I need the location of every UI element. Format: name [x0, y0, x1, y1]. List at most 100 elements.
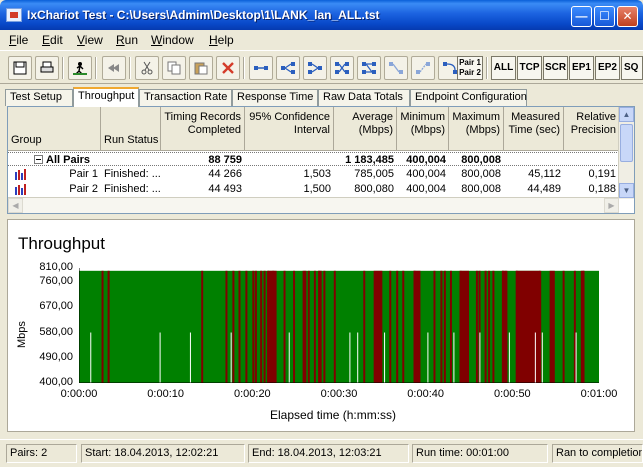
pair-edit-button[interactable]: [384, 56, 408, 80]
rewind-button[interactable]: [102, 56, 126, 80]
x-tick-label: 0:00:20: [233, 388, 271, 400]
save-button[interactable]: [8, 56, 32, 80]
toolbar-separator: [62, 57, 64, 79]
print-button[interactable]: [35, 56, 59, 80]
cut-button[interactable]: [135, 56, 159, 80]
col-maximum-header[interactable]: Maximum (Mbps): [449, 107, 504, 151]
col-average-header[interactable]: Average (Mbps): [334, 107, 397, 151]
series-pair-1-spike: [232, 270, 235, 383]
menu-help-accel: H: [209, 33, 218, 47]
filter-sq-button[interactable]: SQ: [621, 56, 643, 80]
paste-button[interactable]: [189, 56, 213, 80]
pair-chart-icon: [15, 184, 26, 195]
table-row-pair-2[interactable]: Pair 2 Finished: ... 44 493 1,500 800,08…: [8, 182, 619, 196]
scroll-left-icon[interactable]: ◀: [8, 198, 23, 213]
pair-swap-button[interactable]: [330, 56, 354, 80]
pair-link-button[interactable]: [249, 56, 273, 80]
col-measured-time-line1: Measured: [511, 111, 560, 123]
filter-scr-button[interactable]: SCR: [543, 56, 568, 80]
copy-button[interactable]: [162, 56, 186, 80]
col-precision-header[interactable]: Relative Precision: [564, 107, 619, 151]
pair-multi-button[interactable]: [357, 56, 381, 80]
pair-chart-icon: [15, 169, 26, 180]
filter-ep2-button[interactable]: EP2: [595, 56, 620, 80]
col-confidence-header[interactable]: 95% Confidence Interval: [245, 107, 334, 151]
pair-split-button[interactable]: [276, 56, 300, 80]
series-pair-1-spike: [307, 270, 310, 383]
tab-transaction-rate[interactable]: Transaction Rate: [139, 89, 232, 106]
col-group-label: Group: [11, 134, 42, 146]
cell-time: [504, 153, 561, 167]
y-tick-label: 580,00: [39, 325, 73, 338]
series-pair-1-spike: [238, 270, 241, 383]
col-run-status-header[interactable]: Run Status: [101, 107, 161, 151]
menu-run-label: un: [124, 33, 139, 47]
delete-button[interactable]: [216, 56, 240, 80]
menu-edit-label: dit: [50, 33, 63, 47]
filter-tcp-button[interactable]: TCP: [517, 56, 542, 80]
col-group-header[interactable]: Group: [8, 107, 101, 151]
series-pair-1-spike: [449, 270, 452, 383]
maximize-button[interactable]: ☐: [594, 6, 615, 27]
close-button[interactable]: ✕: [617, 6, 638, 27]
x-tick-label: 0:00:30: [320, 388, 358, 400]
minimize-icon: —: [575, 9, 588, 23]
col-minimum-header[interactable]: Minimum (Mbps): [397, 107, 449, 151]
cell-ci: [245, 153, 331, 167]
save-icon: [13, 61, 27, 75]
menu-window-label: indow: [162, 33, 194, 47]
tab-endpoint-configuration[interactable]: Endpoint Configuration: [410, 89, 527, 106]
scroll-up-icon[interactable]: ▲: [619, 107, 634, 122]
col-measured-time-header[interactable]: Measured Time (sec): [504, 107, 564, 151]
col-precision-line2: Precision: [570, 124, 616, 136]
filter-all-button[interactable]: ALL: [491, 56, 516, 80]
tab-test-setup[interactable]: Test Setup: [5, 89, 73, 106]
cell-minimum: 400,004: [406, 168, 446, 180]
cut-icon: [141, 61, 153, 75]
menu-file[interactable]: File: [9, 33, 28, 47]
tab-raw-data-totals[interactable]: Raw Data Totals: [318, 89, 410, 106]
table-row-pair-1[interactable]: Pair 1 Finished: ... 44 266 1,503 785,00…: [8, 167, 619, 181]
table-row-all-pairs[interactable]: All Pairs 88 759 1 183,485 400,004 800,0…: [8, 152, 619, 166]
pair-dash-icon: [416, 62, 430, 74]
minimize-button[interactable]: —: [571, 6, 592, 27]
series-pair-1-spike: [263, 270, 266, 383]
scroll-down-icon[interactable]: ▼: [619, 183, 634, 198]
col-minimum-line2: (Mbps): [410, 124, 445, 136]
col-timing-records-header[interactable]: Timing Records Completed: [161, 107, 245, 151]
collapse-icon[interactable]: [34, 155, 43, 164]
menu-view[interactable]: View: [77, 33, 103, 47]
pair-toggle-button[interactable]: Pair 1 Pair 2: [457, 56, 483, 80]
cell-time: 45,112: [528, 168, 561, 180]
pair-refresh-icon: [443, 62, 457, 74]
series-pair-1-spike: [313, 270, 316, 383]
menu-window[interactable]: Window: [151, 33, 194, 47]
series-pair-1-spike: [272, 270, 275, 383]
grid-horizontal-scrollbar[interactable]: ◀ ▶: [8, 197, 619, 213]
series-drop-spike: [427, 332, 429, 383]
status-start: Start: 18.04.2013, 12:02:21: [81, 444, 245, 463]
menu-edit[interactable]: Edit: [42, 33, 63, 47]
throughput-chart-panel: Throughput Mbps 810,00 760,00 670,00 580,00…: [7, 219, 635, 432]
grid-vertical-scrollbar[interactable]: ▲ ▼: [618, 107, 634, 199]
pair-group-button[interactable]: [303, 56, 327, 80]
toolbar-separator: [129, 57, 131, 79]
status-pairs: Pairs: 2: [6, 444, 77, 463]
run-button[interactable]: [68, 56, 92, 80]
menu-run[interactable]: Run: [116, 33, 138, 47]
x-tick-label: 0:00:50: [493, 388, 531, 400]
cell-status: Finished: ...: [104, 183, 161, 195]
scroll-thumb[interactable]: [620, 124, 633, 162]
menu-help[interactable]: Help: [209, 33, 234, 47]
tab-throughput[interactable]: Throughput: [73, 87, 139, 107]
pair-dash-button[interactable]: [411, 56, 435, 80]
series-drop-spike: [230, 332, 232, 383]
filter-ep1-button[interactable]: EP1: [569, 56, 594, 80]
series-drop-spike: [384, 332, 386, 383]
cell-minimum: 400,004: [406, 154, 446, 166]
col-run-status-label: Run Status: [104, 134, 159, 146]
tab-response-time[interactable]: Response Time: [232, 89, 318, 106]
series-pair-1-spike: [459, 270, 462, 383]
series-drop-spike: [479, 332, 481, 383]
scroll-right-icon[interactable]: ▶: [604, 198, 619, 213]
